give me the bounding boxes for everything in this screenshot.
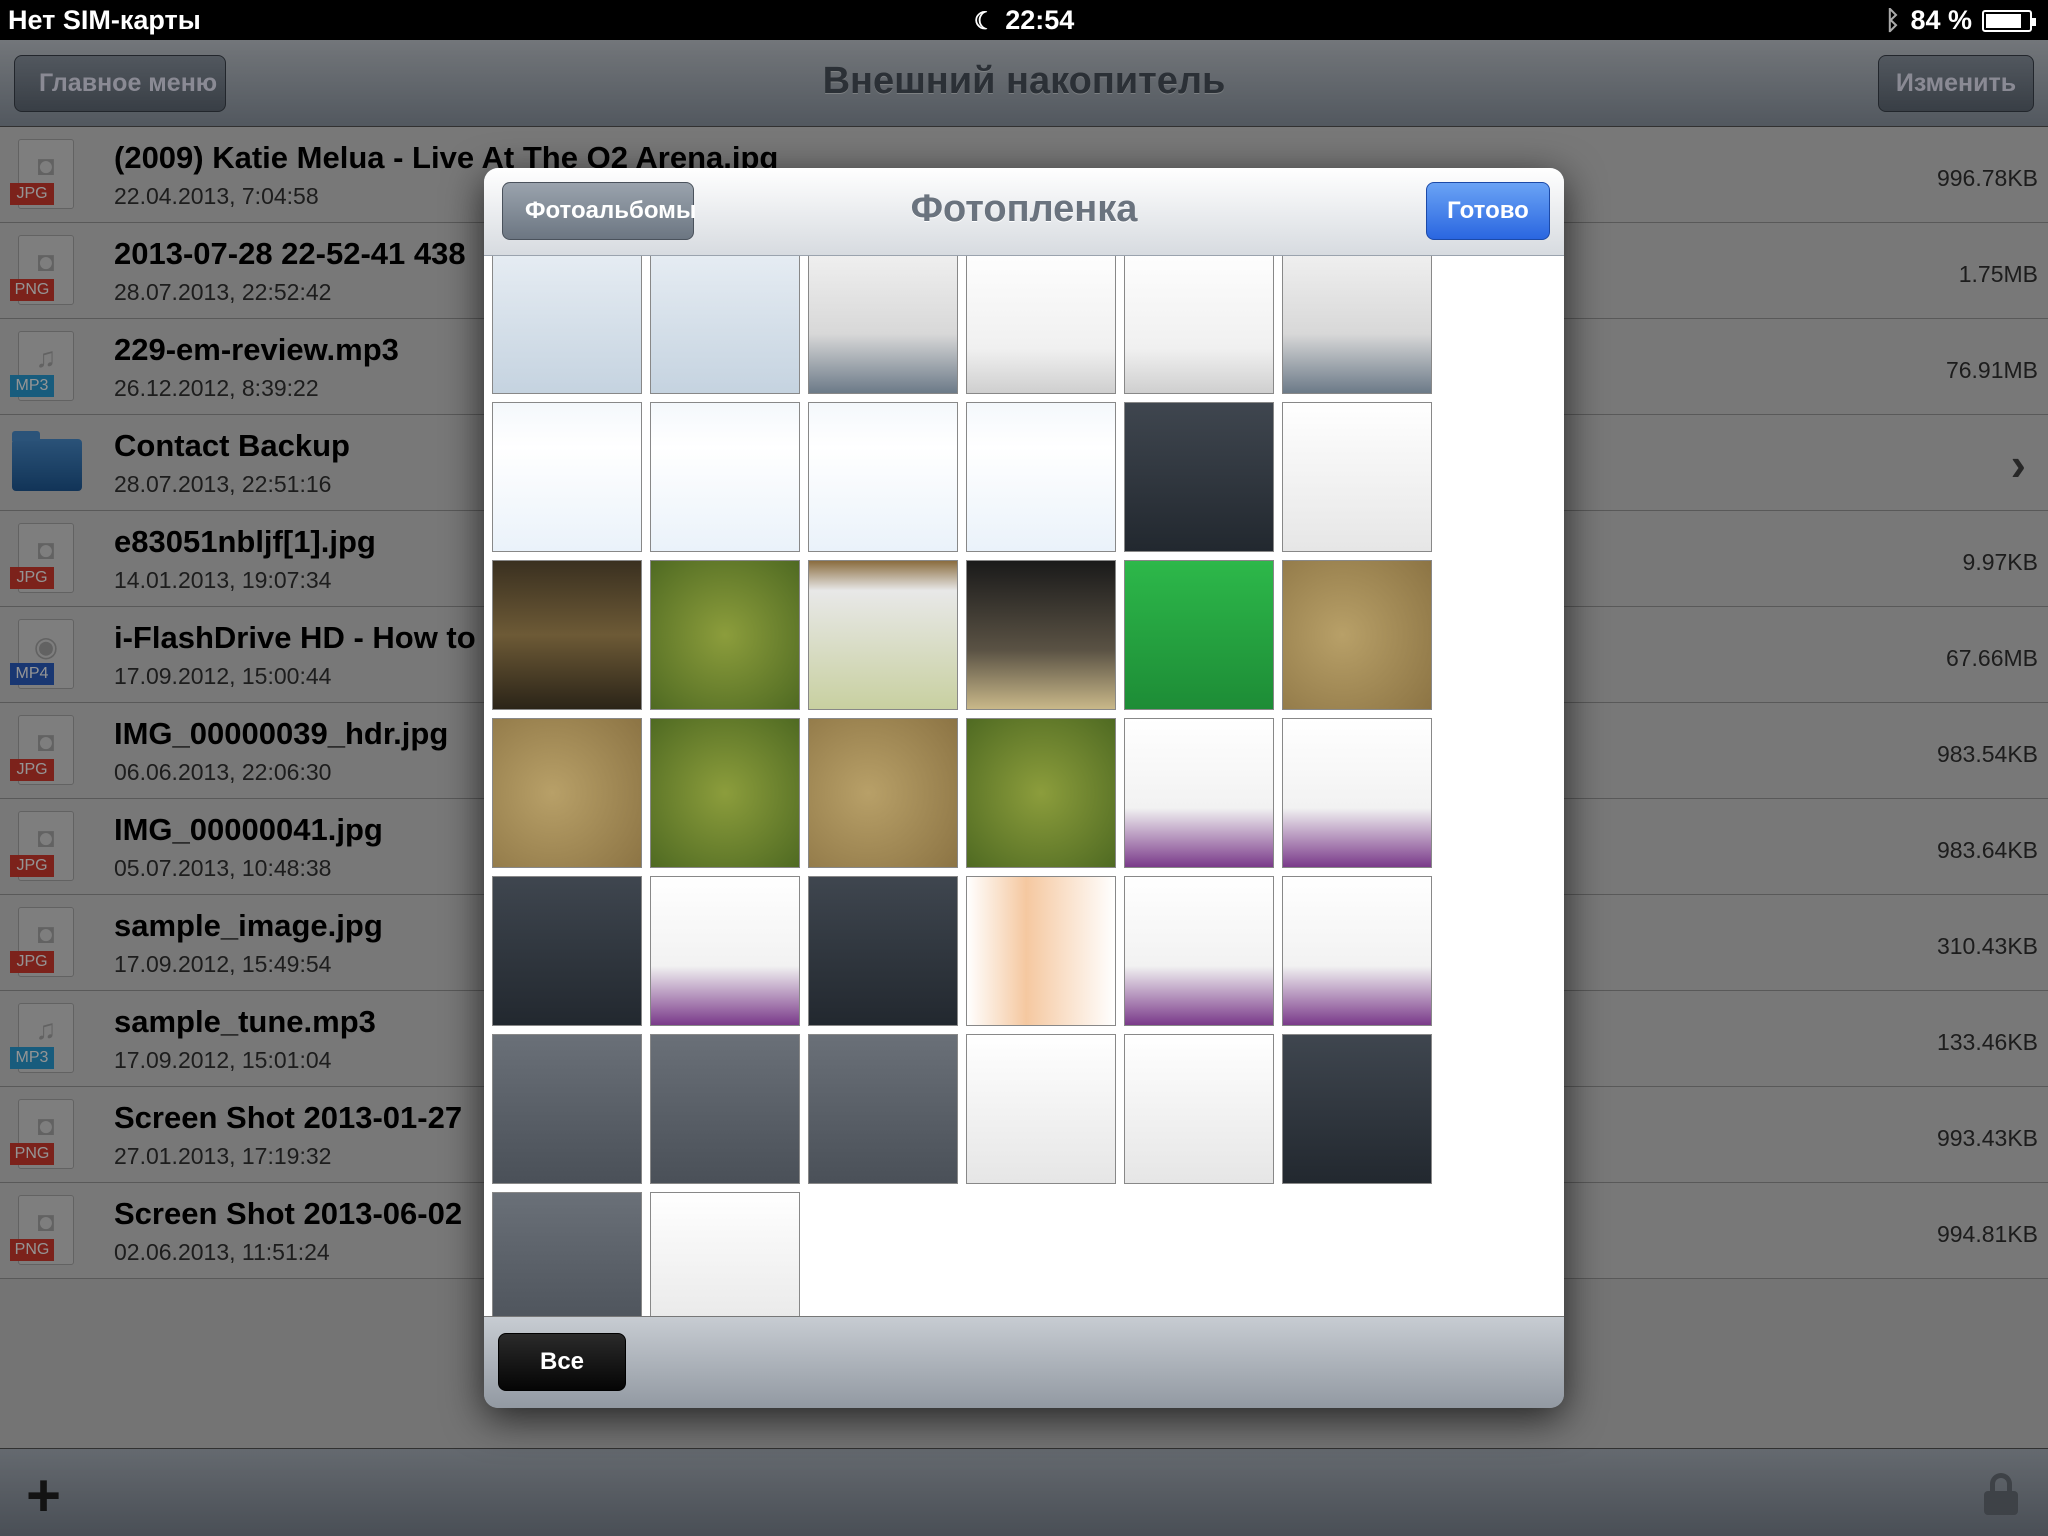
photo-thumbnail[interactable]: [1282, 402, 1432, 552]
photo-thumbnail[interactable]: [492, 718, 642, 868]
photo-thumbnail[interactable]: [808, 560, 958, 710]
photo-thumbnail[interactable]: [1282, 560, 1432, 710]
photo-thumbnail[interactable]: [1282, 1034, 1432, 1184]
photo-thumbnail[interactable]: [492, 402, 642, 552]
photo-thumbnail[interactable]: [808, 718, 958, 868]
photo-thumbnail[interactable]: [650, 560, 800, 710]
select-all-button[interactable]: Все: [498, 1333, 626, 1391]
photo-thumbnail[interactable]: [966, 718, 1116, 868]
photo-thumbnail[interactable]: [1124, 1034, 1274, 1184]
photo-thumbnail[interactable]: [650, 1192, 800, 1316]
photo-thumbnail[interactable]: [1282, 718, 1432, 868]
photo-thumbnail[interactable]: [492, 256, 642, 394]
clock: ☾ 22:54: [0, 5, 2048, 36]
bluetooth-icon: ᛒ: [1884, 5, 1901, 35]
popover-toolbar: Все: [484, 1316, 1564, 1408]
photo-thumbnail[interactable]: [1124, 560, 1274, 710]
photo-thumbnail[interactable]: [1124, 876, 1274, 1026]
clock-time: 22:54: [1005, 5, 1075, 35]
popover-navigation-bar: Фотоальбомы Фотопленка Готово: [484, 168, 1564, 256]
photo-thumbnail[interactable]: [1124, 402, 1274, 552]
photo-thumbnail[interactable]: [966, 1034, 1116, 1184]
battery-fill: [1986, 13, 2022, 28]
photo-thumbnail[interactable]: [492, 560, 642, 710]
photo-thumbnail[interactable]: [650, 876, 800, 1026]
photo-thumbnail[interactable]: [808, 1034, 958, 1184]
photo-thumbnail[interactable]: [492, 876, 642, 1026]
status-right: ᛒ 84 %: [1884, 5, 2036, 36]
photo-thumbnail[interactable]: [492, 1192, 642, 1316]
photo-thumbnail[interactable]: [650, 1034, 800, 1184]
photo-thumbnail[interactable]: [966, 402, 1116, 552]
status-bar: Нет SIM-карты ☾ 22:54 ᛒ 84 %: [0, 0, 2048, 40]
photo-thumbnail[interactable]: [808, 876, 958, 1026]
photo-thumbnail[interactable]: [966, 560, 1116, 710]
photo-thumbnail[interactable]: [1124, 256, 1274, 394]
battery-icon: [1982, 9, 2036, 32]
photo-thumbnail[interactable]: [966, 876, 1116, 1026]
photo-thumbnail[interactable]: [1282, 256, 1432, 394]
photo-thumbnail[interactable]: [808, 402, 958, 552]
popover-title: Фотопленка: [910, 188, 1138, 230]
do-not-disturb-icon: ☾: [973, 8, 996, 35]
photo-thumbnail[interactable]: [650, 256, 800, 394]
photo-thumbnail[interactable]: [650, 718, 800, 868]
photo-thumbnail[interactable]: [650, 402, 800, 552]
photo-picker-popover: Фотоальбомы Фотопленка Готово Все: [484, 168, 1564, 1408]
done-button[interactable]: Готово: [1426, 182, 1550, 240]
photo-thumbnail[interactable]: [808, 256, 958, 394]
photo-thumbnail[interactable]: [1124, 718, 1274, 868]
battery-percent: 84 %: [1910, 5, 1972, 35]
photo-thumbnail[interactable]: [1282, 876, 1432, 1026]
photo-grid: [484, 256, 1564, 1316]
photo-thumbnail[interactable]: [966, 256, 1116, 394]
photo-thumbnail[interactable]: [492, 1034, 642, 1184]
